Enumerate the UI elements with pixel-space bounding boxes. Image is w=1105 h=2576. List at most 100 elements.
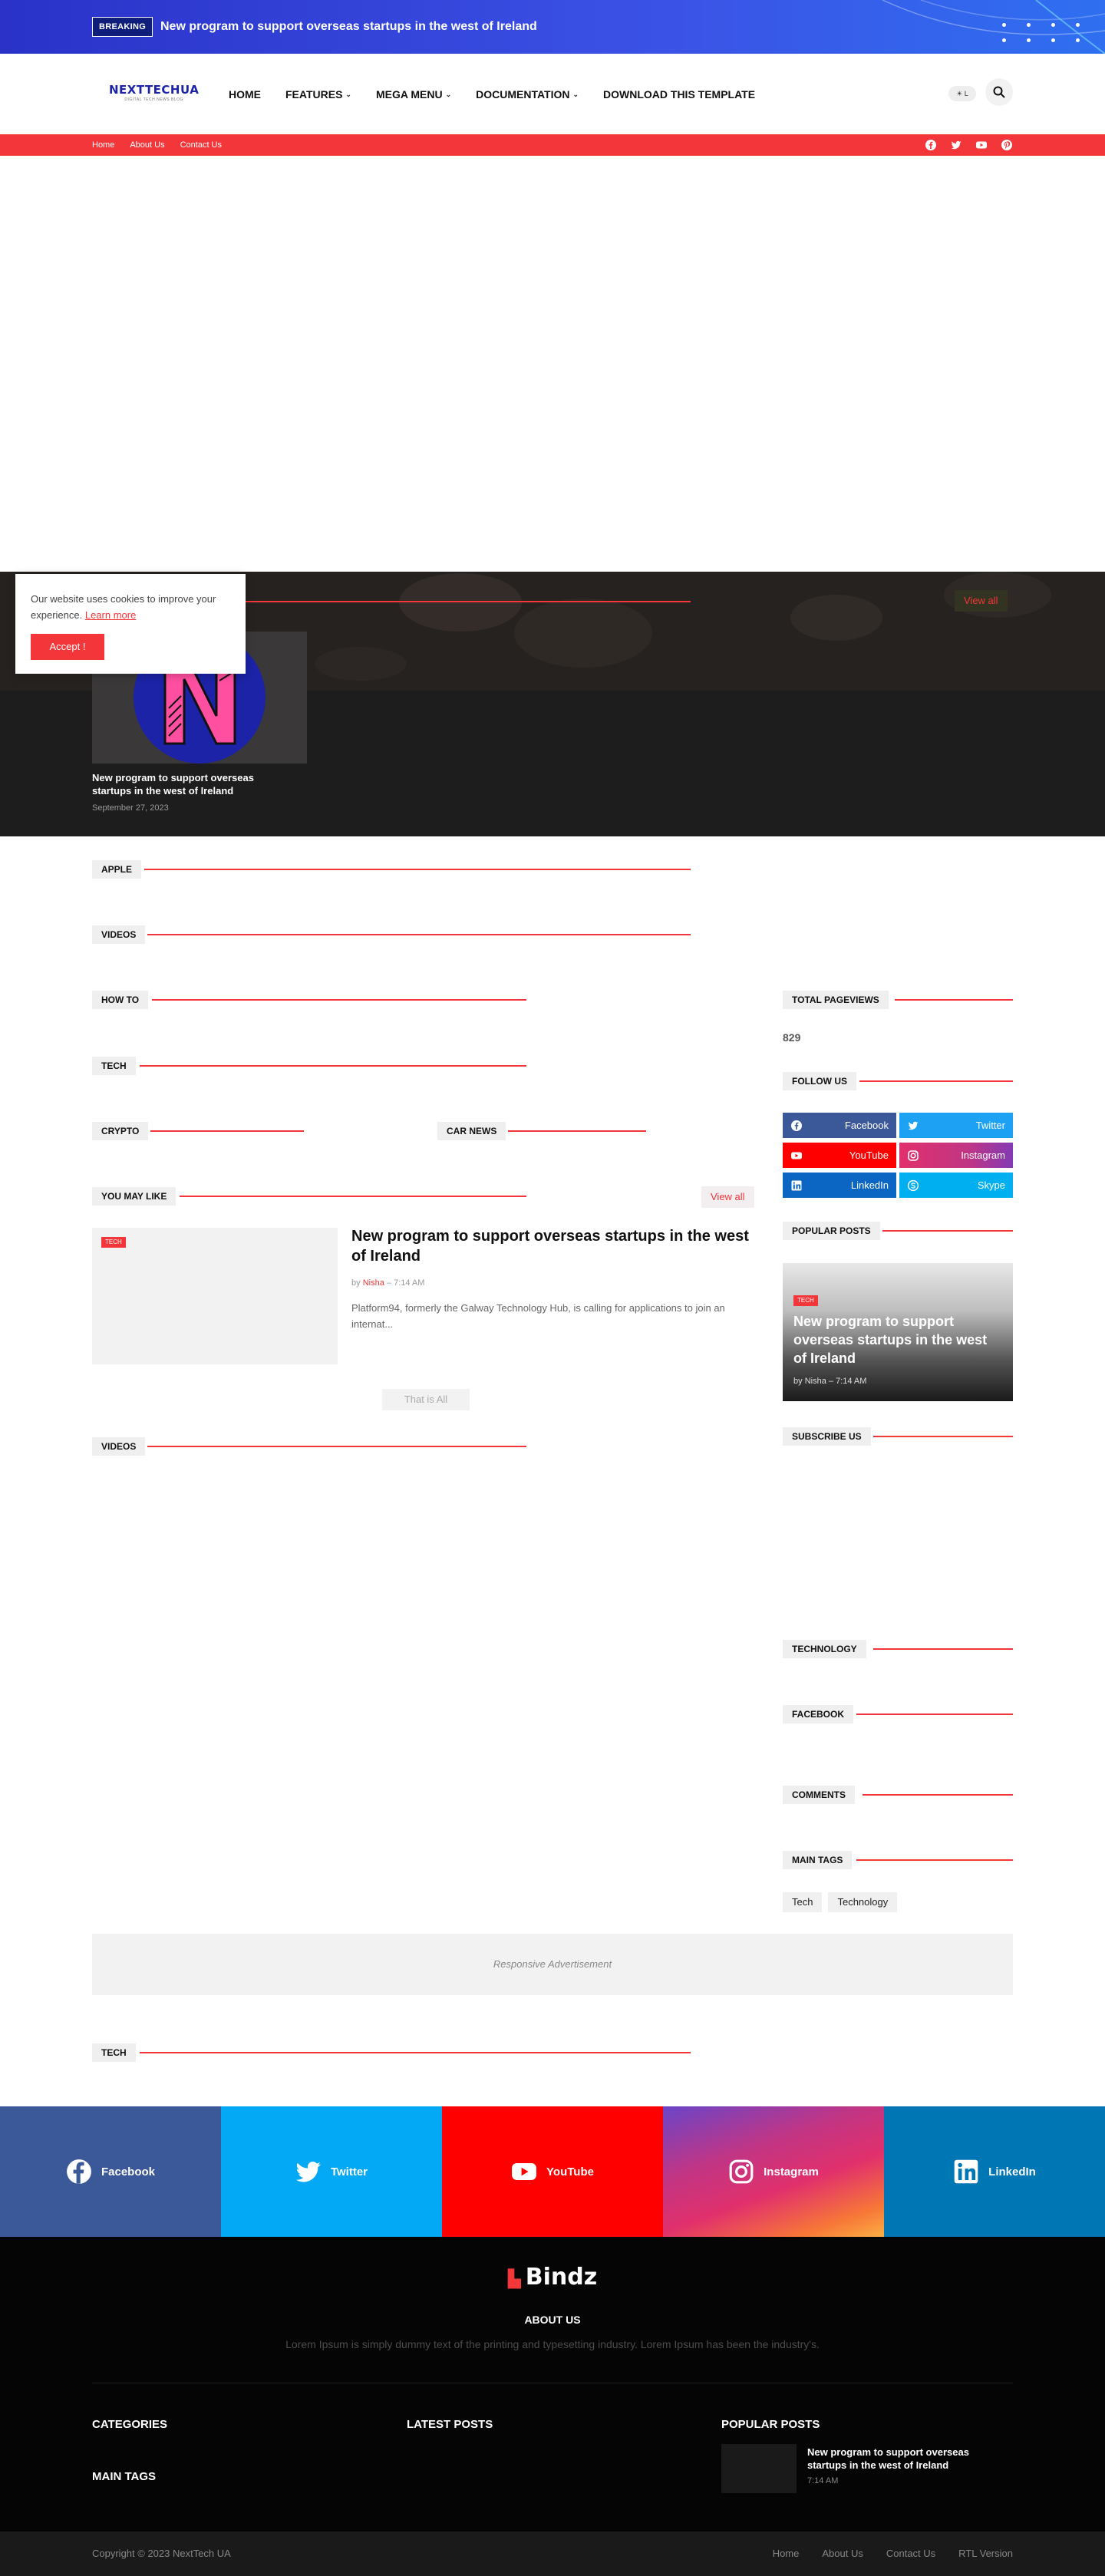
secondary-nav-bar: Home About Us Contact Us [0, 134, 1105, 156]
featured-section-divider [207, 601, 691, 602]
instagram-icon [908, 1149, 919, 1161]
social-strip-twitter[interactable]: Twitter [221, 2106, 442, 2237]
social-strip-linkedin[interactable]: LinkedIn [884, 2106, 1105, 2237]
widget-title-follow-us: FOLLOW US [783, 1072, 856, 1090]
twitter-icon[interactable] [950, 139, 962, 151]
footer-link-rtl[interactable]: RTL Version [958, 2531, 1013, 2576]
widget-facebook: FACEBOOK [783, 1705, 1013, 1723]
popular-post-time: 7:14 AM [836, 1377, 867, 1386]
instagram-icon [729, 2159, 754, 2184]
tag-link[interactable]: Tech [783, 1892, 823, 1912]
popular-post-by: by [793, 1377, 803, 1386]
twitter-icon [295, 2161, 321, 2182]
featured-view-all-button[interactable]: View all [955, 590, 1008, 612]
secondary-link-contact[interactable]: Contact Us [180, 134, 222, 156]
section-title-apple[interactable]: APPLE [92, 860, 142, 879]
follow-youtube-button[interactable]: YouTube [783, 1143, 896, 1168]
footer-link-home[interactable]: Home [773, 2531, 800, 2576]
social-strip-facebook-label: Facebook [101, 2165, 156, 2179]
pinterest-icon[interactable] [1001, 139, 1013, 151]
you-may-like-view-all-button[interactable]: View all [701, 1186, 754, 1208]
footer-link-about[interactable]: About Us [822, 2531, 863, 2576]
nav-download-label: DOWNLOAD THIS TEMPLATE [603, 88, 756, 101]
facebook-icon[interactable] [925, 139, 937, 151]
cookie-accept-button[interactable]: Accept ! [31, 634, 104, 660]
footer-categories-title: CATEGORIES [92, 2418, 168, 2431]
site-logo[interactable]: NEXTTECHUA DIGITAL TECH NEWS BLOG [109, 83, 199, 102]
social-strip-instagram[interactable]: Instagram [663, 2106, 884, 2237]
tag-link[interactable]: Technology [828, 1892, 898, 1912]
follow-instagram-button[interactable]: Instagram [899, 1143, 1013, 1168]
facebook-icon [791, 1120, 802, 1131]
nav-mega-menu[interactable]: MEGA MENU ⌄ [376, 86, 451, 103]
section-divider [856, 1713, 1013, 1715]
section-divider [140, 2052, 691, 2053]
section-title-tech[interactable]: TECH [92, 1057, 136, 1075]
footer-popular-post-thumbnail[interactable] [721, 2444, 797, 2493]
post-title[interactable]: New program to support overseas startups… [351, 1226, 750, 1266]
search-button[interactable] [985, 78, 1013, 106]
footer-link-contact[interactable]: Contact Us [886, 2531, 935, 2576]
follow-us-buttons: Facebook Twitter YouTube Instagram Linke… [783, 1113, 1013, 1198]
section-title-how-to[interactable]: HOW TO [92, 991, 149, 1009]
popular-post-title[interactable]: New program to support overseas startups… [793, 1312, 1001, 1367]
social-strip-twitter-label: Twitter [330, 2165, 368, 2179]
widget-subscribe: SUBSCRIBE US [783, 1427, 1013, 1446]
widget-popular-posts: POPULAR POSTS [783, 1222, 1013, 1240]
featured-card-title[interactable]: New program to support overseas startups… [92, 771, 292, 797]
popular-post-author[interactable]: Nisha [805, 1377, 826, 1386]
youtube-icon[interactable] [975, 139, 988, 151]
social-strip-youtube[interactable]: YouTube [442, 2106, 663, 2237]
follow-linkedin-button[interactable]: LinkedIn [783, 1173, 896, 1198]
section-divider [140, 1065, 526, 1067]
section-divider [180, 1196, 526, 1197]
follow-twitter-button[interactable]: Twitter [899, 1113, 1013, 1138]
secondary-link-about[interactable]: About Us [130, 134, 164, 156]
post-excerpt: Platform94, formerly the Galway Technolo… [351, 1302, 725, 1330]
post-thumbnail[interactable] [92, 1228, 338, 1364]
widget-title-technology[interactable]: TECHNOLOGY [783, 1640, 866, 1658]
breaking-news-bar: BREAKING New program to support overseas… [0, 0, 1105, 54]
theme-toggle[interactable]: ☀ L [948, 86, 976, 101]
section-title-videos-2[interactable]: VIDEOS [92, 1437, 146, 1456]
nav-features[interactable]: FEATURES ⌄ [285, 86, 351, 103]
footer-popular-post-title[interactable]: New program to support overseas startups… [807, 2446, 1007, 2472]
breaking-headline[interactable]: New program to support overseas startups… [160, 18, 537, 35]
widget-title-main-tags: MAIN TAGS [783, 1851, 853, 1869]
footer-about-title: ABOUT US [524, 2314, 581, 2326]
featured-card-date: September 27, 2023 [92, 803, 169, 813]
logo-name: NEXTTECHUA [109, 83, 200, 97]
tag-cloud: Tech Technology [783, 1892, 898, 1912]
nav-download-template[interactable]: DOWNLOAD THIS TEMPLATE [603, 86, 755, 103]
site-footer: ▙ Bindz ABOUT US Lorem Ipsum is simply du… [0, 2237, 1105, 2576]
follow-facebook-button[interactable]: Facebook [783, 1113, 896, 1138]
section-videos: VIDEOS [92, 925, 691, 944]
footer-logo[interactable]: ▙ Bindz [0, 2264, 1105, 2291]
section-title-videos[interactable]: VIDEOS [92, 925, 146, 944]
follow-youtube-label: YouTube [849, 1149, 889, 1161]
nav-documentation-label: DOCUMENTATION [476, 88, 570, 101]
post-by: by [351, 1278, 361, 1288]
section-title-tech-2[interactable]: TECH [92, 2043, 136, 2062]
secondary-link-home[interactable]: Home [92, 134, 114, 156]
nav-home-label: HOME [229, 88, 261, 101]
post-meta: by Nisha – 7:14 AM [351, 1278, 424, 1288]
dot-pattern [1002, 23, 1087, 46]
section-divider [147, 934, 691, 935]
post-author-link[interactable]: Nisha [363, 1278, 384, 1288]
section-title-car-news[interactable]: CAR NEWS [437, 1122, 506, 1140]
nav-home[interactable]: HOME [229, 86, 261, 103]
social-strip-facebook[interactable]: Facebook [0, 2106, 221, 2237]
follow-skype-button[interactable]: Skype [899, 1173, 1013, 1198]
section-videos-2: VIDEOS [92, 1437, 526, 1456]
section-tech-2: TECH [92, 2043, 691, 2062]
section-title-crypto[interactable]: CRYPTO [92, 1122, 149, 1140]
popular-post-card[interactable]: TECH New program to support overseas sta… [783, 1263, 1013, 1401]
popular-post-tag[interactable]: TECH [793, 1295, 818, 1306]
secondary-social-icons [925, 139, 1013, 151]
cookie-learn-more-link[interactable]: Learn more [85, 609, 136, 621]
section-divider [863, 1794, 1013, 1796]
nav-documentation[interactable]: DOCUMENTATION ⌄ [476, 86, 579, 103]
section-divider [144, 869, 691, 870]
post-category-tag[interactable]: TECH [101, 1237, 126, 1248]
